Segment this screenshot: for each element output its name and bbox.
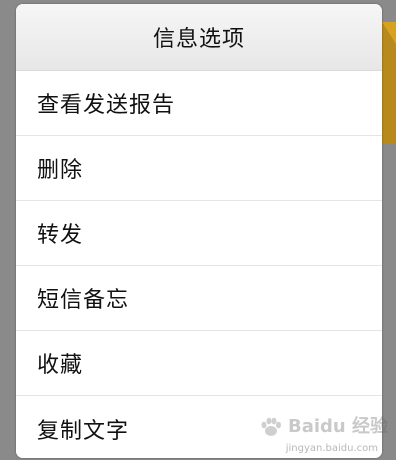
menu-item-forward[interactable]: 转发 [16, 201, 382, 266]
dialog-header: 信息选项 [16, 4, 382, 71]
menu-item-view-delivery-report[interactable]: 查看发送报告 [16, 71, 382, 136]
menu-item-favorite[interactable]: 收藏 [16, 331, 382, 396]
menu-item-copy-text[interactable]: 复制文字 [16, 396, 382, 458]
menu-item-label: 删除 [37, 158, 84, 183]
menu-item-label: 短信备忘 [37, 288, 130, 313]
menu-item-sms-memo[interactable]: 短信备忘 [16, 266, 382, 331]
dialog-title: 信息选项 [152, 27, 245, 52]
message-options-dialog: 信息选项 查看发送报告 删除 转发 短信备忘 收藏 复制文字 [16, 4, 382, 458]
menu-item-label: 收藏 [37, 353, 84, 378]
menu-item-label: 复制文字 [37, 418, 130, 444]
menu-item-label: 查看发送报告 [37, 93, 176, 118]
menu-item-delete[interactable]: 删除 [16, 136, 382, 201]
menu-item-label: 转发 [37, 223, 84, 248]
background-accent-corner [382, 22, 396, 44]
